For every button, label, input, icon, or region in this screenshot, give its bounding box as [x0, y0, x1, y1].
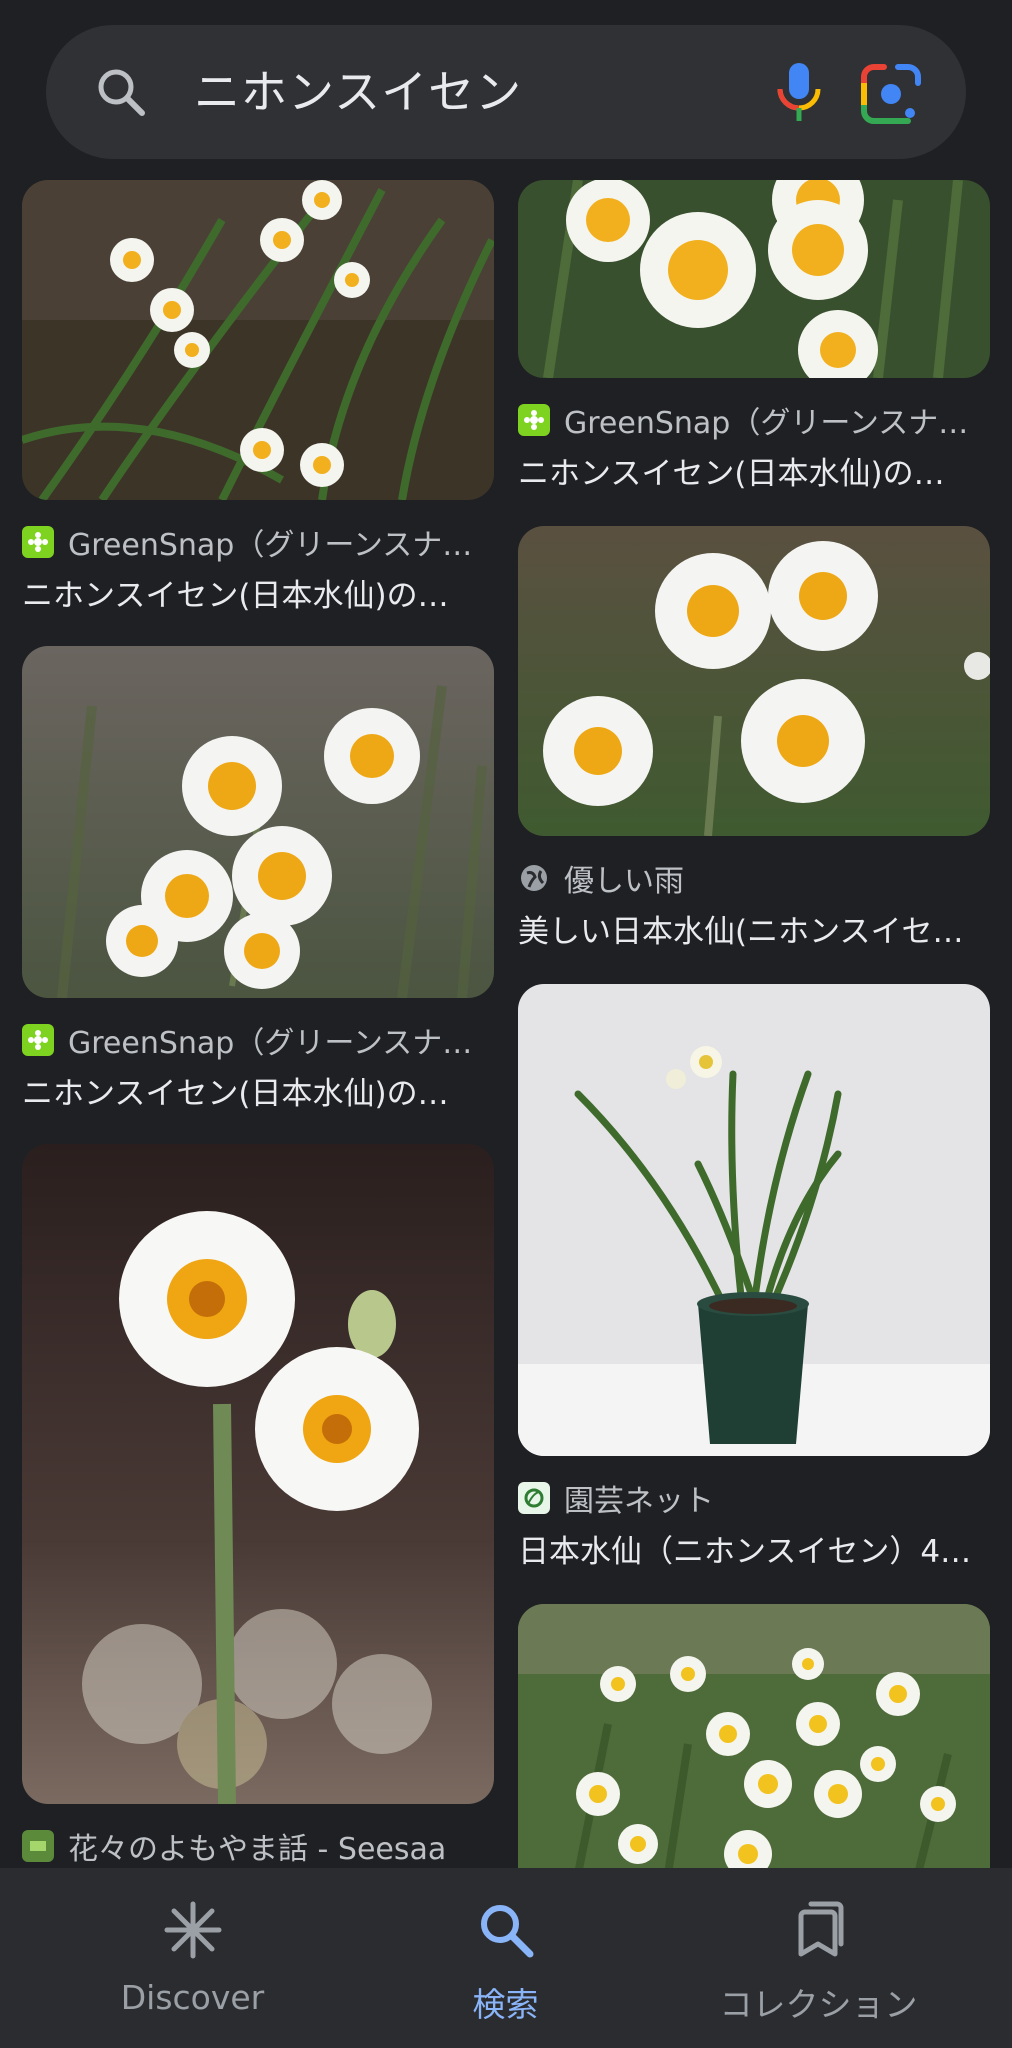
search-bar[interactable]: ニホンスイセン: [46, 25, 966, 159]
result-thumbnail[interactable]: [518, 984, 990, 1456]
result-title[interactable]: ニホンスイセン(日本水仙)の…: [22, 570, 494, 615]
source-name: GreenSnap（グリーンスナ…: [564, 406, 969, 441]
image-results-grid: GreenSnap（グリーンスナ… ニホンスイセン(日本水仙)の… GreenS…: [0, 180, 1012, 1868]
result-source[interactable]: 優しい雨: [518, 858, 990, 899]
engei-net-favicon: [518, 1482, 550, 1514]
result-thumbnail[interactable]: [518, 1604, 990, 1868]
source-name: 優しい雨: [564, 864, 684, 899]
result-source[interactable]: 花々のよもやま話 - Seesaa: [22, 1826, 494, 1867]
result-title[interactable]: ニホンスイセン(日本水仙)の…: [518, 448, 990, 493]
image-result[interactable]: 園芸ネット 日本水仙（ニホンスイセン）4…: [518, 984, 990, 1571]
result-source[interactable]: GreenSnap（グリーンスナ…: [518, 400, 990, 441]
google-lens-icon[interactable]: [858, 61, 924, 127]
result-source[interactable]: 園芸ネット: [518, 1478, 990, 1519]
greensnap-favicon: [22, 1024, 54, 1056]
source-name: 花々のよもやま話 - Seesaa: [68, 1832, 447, 1867]
result-thumbnail[interactable]: [22, 646, 494, 998]
image-result[interactable]: GreenSnap（グリーンスナ… ニホンスイセン(日本水仙)の…: [22, 646, 494, 1113]
image-result[interactable]: 花々のよもやま話 - Seesaa: [22, 1144, 494, 1867]
asterisk-icon: [161, 1898, 225, 1962]
image-result[interactable]: GreenSnap（グリーンスナ… ニホンスイセン(日本水仙)の…: [518, 180, 990, 493]
search-input[interactable]: ニホンスイセン: [194, 25, 522, 159]
nav-label: Discover: [120, 1978, 265, 2017]
seesaa-favicon: [22, 1830, 54, 1862]
source-name: 園芸ネット: [564, 1484, 714, 1519]
image-result[interactable]: GreenSnap（グリーンスナ… ニホンスイセン(日本水仙)の…: [22, 180, 494, 615]
mic-icon[interactable]: [766, 59, 832, 125]
image-result[interactable]: 優しい雨 美しい日本水仙(ニホンスイセ…: [518, 526, 990, 951]
result-thumbnail[interactable]: [518, 526, 990, 836]
image-result[interactable]: [518, 1604, 990, 1868]
nav-label: 検索: [472, 1985, 539, 2024]
result-title[interactable]: ニホンスイセン(日本水仙)の…: [22, 1068, 494, 1113]
bottom-navigation: Discover 検索 コレクション: [0, 1868, 1012, 2048]
search-icon: [474, 1898, 538, 1962]
result-title[interactable]: 日本水仙（ニホンスイセン）4…: [518, 1526, 990, 1571]
greensnap-favicon: [22, 526, 54, 558]
source-name: GreenSnap（グリーンスナ…: [68, 1026, 473, 1061]
result-source[interactable]: GreenSnap（グリーンスナ…: [22, 522, 494, 563]
greensnap-favicon: [518, 404, 550, 436]
search-icon[interactable]: [94, 65, 150, 121]
nav-label: コレクション: [719, 1985, 918, 2024]
globe-icon: [518, 862, 550, 894]
collections-icon: [787, 1898, 851, 1962]
result-source[interactable]: GreenSnap（グリーンスナ…: [22, 1020, 494, 1061]
result-thumbnail[interactable]: [518, 180, 990, 378]
source-name: GreenSnap（グリーンスナ…: [68, 528, 473, 563]
nav-search[interactable]: 検索: [337, 1868, 674, 2048]
result-thumbnail[interactable]: [22, 180, 494, 500]
nav-discover[interactable]: Discover: [24, 1868, 361, 2048]
result-title[interactable]: 美しい日本水仙(ニホンスイセ…: [518, 906, 990, 951]
result-thumbnail[interactable]: [22, 1144, 494, 1804]
nav-collections[interactable]: コレクション: [650, 1868, 987, 2048]
